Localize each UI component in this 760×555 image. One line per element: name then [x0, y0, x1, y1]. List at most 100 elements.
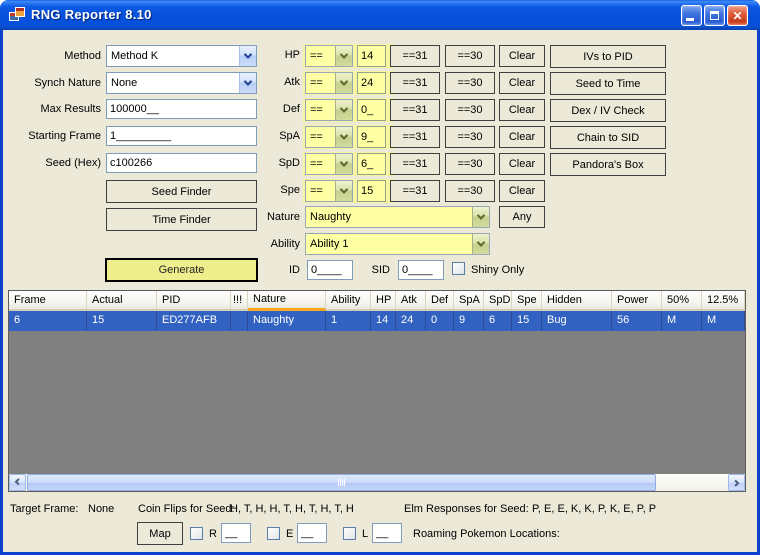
ivs-to-pid-button[interactable]: IVs to PID	[550, 45, 666, 68]
map-button[interactable]: Map	[137, 522, 183, 545]
cell-nature: Naughty	[248, 311, 326, 331]
seed-hex-input[interactable]	[106, 153, 257, 173]
hp-op-select[interactable]: ==	[305, 45, 353, 67]
column-header-atk[interactable]: Atk	[396, 291, 426, 311]
column-header-frame[interactable]: Frame	[9, 291, 87, 311]
spa-value-input[interactable]	[357, 126, 386, 148]
hp-value-input[interactable]	[357, 45, 386, 67]
def-value-input[interactable]	[357, 99, 386, 121]
spe-value-input[interactable]	[357, 180, 386, 202]
r-input[interactable]	[221, 523, 251, 543]
title-bar[interactable]: RNG Reporter 8.10 ✕	[0, 0, 760, 30]
chevron-down-icon[interactable]	[335, 100, 352, 120]
spd-value-input[interactable]	[357, 153, 386, 175]
chevron-down-icon[interactable]	[472, 207, 489, 227]
chevron-down-icon[interactable]	[472, 234, 489, 254]
starting-frame-input[interactable]	[106, 126, 257, 146]
chevron-down-icon[interactable]	[335, 181, 352, 201]
column-header-50pct[interactable]: 50%	[662, 291, 702, 311]
cell-hidden: Bug	[542, 311, 612, 331]
column-header-actual[interactable]: Actual	[87, 291, 157, 311]
l-label: L	[362, 528, 368, 540]
roaming-locations-label: Roaming Pokemon Locations:	[413, 528, 560, 540]
table-row[interactable]: 6 15 ED277AFB Naughty 1 14 24 0 9 6 15 B…	[9, 311, 745, 331]
column-header-ability[interactable]: Ability	[326, 291, 371, 311]
generate-button[interactable]: Generate	[105, 258, 258, 282]
atk-value-input[interactable]	[357, 72, 386, 94]
max-results-input[interactable]	[106, 99, 257, 119]
atk-eq31-button[interactable]: ==31	[390, 72, 440, 94]
column-header-power[interactable]: Power	[612, 291, 662, 311]
seed-to-time-button[interactable]: Seed to Time	[550, 72, 666, 95]
nature-any-button[interactable]: Any	[499, 206, 545, 228]
column-header-spd[interactable]: SpD	[484, 291, 512, 311]
dex-iv-check-button[interactable]: Dex / IV Check	[550, 99, 666, 122]
def-op-select[interactable]: ==	[305, 99, 353, 121]
hp-clear-button[interactable]: Clear	[499, 45, 545, 67]
chevron-down-icon[interactable]	[239, 73, 256, 93]
atk-eq30-button[interactable]: ==30	[445, 72, 495, 94]
nature-select[interactable]: Naughty	[305, 206, 490, 228]
spe-eq30-button[interactable]: ==30	[445, 180, 495, 202]
chevron-down-icon[interactable]	[335, 127, 352, 147]
id-input[interactable]	[307, 260, 353, 280]
synch-nature-select[interactable]: None	[106, 72, 257, 94]
spe-clear-button[interactable]: Clear	[499, 180, 545, 202]
def-eq31-button[interactable]: ==31	[390, 99, 440, 121]
seed-hex-label: Seed (Hex)	[6, 157, 101, 169]
table-empty-area	[9, 331, 745, 474]
atk-op-select[interactable]: ==	[305, 72, 353, 94]
chevron-down-icon[interactable]	[335, 46, 352, 66]
spd-eq31-button[interactable]: ==31	[390, 153, 440, 175]
hp-eq31-button[interactable]: ==31	[390, 45, 440, 67]
chevron-down-icon[interactable]	[335, 154, 352, 174]
spa-op-select[interactable]: ==	[305, 126, 353, 148]
chevron-down-icon[interactable]	[335, 73, 352, 93]
maximize-button[interactable]	[704, 5, 725, 26]
e-checkbox[interactable]	[267, 527, 280, 540]
column-header-12-5pct[interactable]: 12.5%	[702, 291, 745, 311]
spa-eq30-button[interactable]: ==30	[445, 126, 495, 148]
pandoras-box-button[interactable]: Pandora's Box	[550, 153, 666, 176]
spe-eq31-button[interactable]: ==31	[390, 180, 440, 202]
column-header-spe[interactable]: Spe	[512, 291, 542, 311]
sid-input[interactable]	[398, 260, 444, 280]
column-header-spa[interactable]: SpA	[454, 291, 484, 311]
ability-select[interactable]: Ability 1	[305, 233, 490, 255]
l-input[interactable]	[372, 523, 402, 543]
column-header-alerts[interactable]: !!!	[231, 291, 248, 311]
close-button[interactable]: ✕	[727, 5, 748, 26]
chevron-down-icon[interactable]	[239, 46, 256, 66]
cell-spa: 9	[454, 311, 484, 331]
def-eq30-button[interactable]: ==30	[445, 99, 495, 121]
nature-value: Naughty	[306, 211, 472, 223]
minimize-button[interactable]	[681, 5, 702, 26]
atk-clear-button[interactable]: Clear	[499, 72, 545, 94]
spe-op-select[interactable]: ==	[305, 180, 353, 202]
r-checkbox[interactable]	[190, 527, 203, 540]
time-finder-button[interactable]: Time Finder	[106, 208, 257, 231]
spa-eq31-button[interactable]: ==31	[390, 126, 440, 148]
elm-responses-label: Elm Responses for Seed:	[404, 503, 529, 515]
column-header-hp[interactable]: HP	[371, 291, 396, 311]
spa-clear-button[interactable]: Clear	[499, 126, 545, 148]
shiny-only-checkbox[interactable]	[452, 262, 465, 275]
scrollbar-thumb[interactable]	[27, 474, 656, 491]
column-header-nature[interactable]: Nature	[248, 291, 326, 311]
def-clear-button[interactable]: Clear	[499, 99, 545, 121]
scroll-left-button[interactable]	[9, 474, 26, 491]
spd-op-select[interactable]: ==	[305, 153, 353, 175]
seed-finder-button[interactable]: Seed Finder	[106, 180, 257, 203]
chain-to-sid-button[interactable]: Chain to SID	[550, 126, 666, 149]
horizontal-scrollbar[interactable]	[9, 474, 745, 491]
method-select[interactable]: Method K	[106, 45, 257, 67]
spd-eq30-button[interactable]: ==30	[445, 153, 495, 175]
column-header-pid[interactable]: PID	[157, 291, 231, 311]
spd-clear-button[interactable]: Clear	[499, 153, 545, 175]
column-header-hidden[interactable]: Hidden	[542, 291, 612, 311]
scroll-right-button[interactable]	[728, 474, 745, 491]
hp-eq30-button[interactable]: ==30	[445, 45, 495, 67]
l-checkbox[interactable]	[343, 527, 356, 540]
e-input[interactable]	[297, 523, 327, 543]
column-header-def[interactable]: Def	[426, 291, 454, 311]
